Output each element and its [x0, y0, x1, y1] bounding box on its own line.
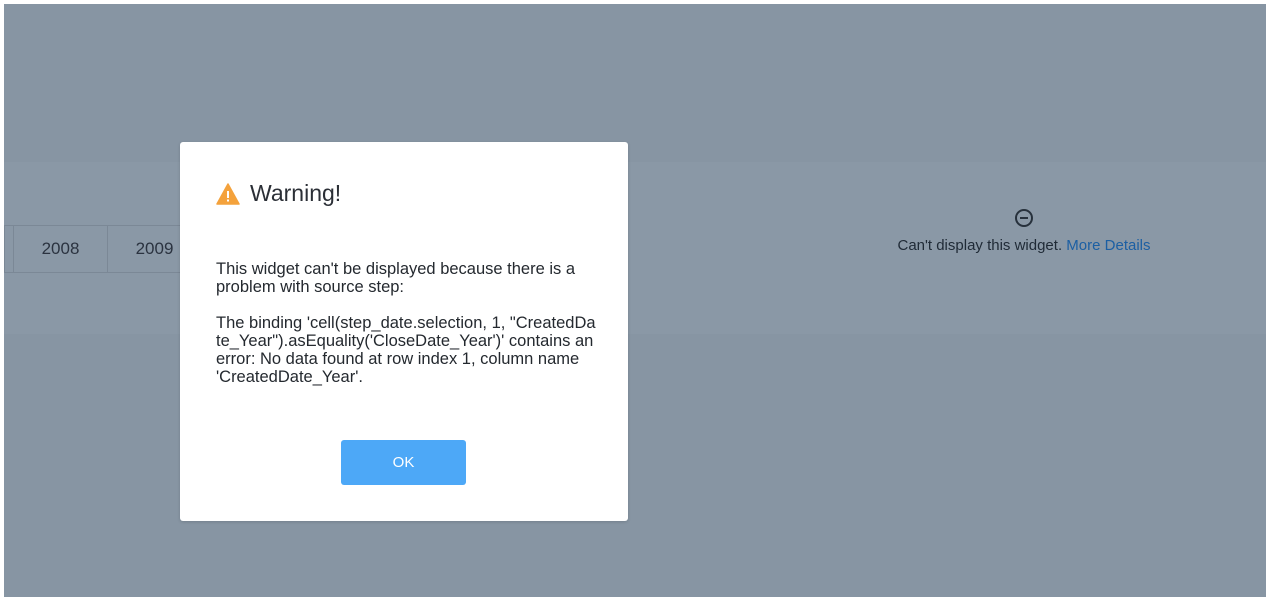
- ok-button[interactable]: OK: [341, 440, 466, 485]
- dialog-title: Warning!: [216, 180, 341, 207]
- widget-error-message: Can't display this widget. More Details: [874, 209, 1174, 254]
- year-cell-2008[interactable]: 2008: [14, 226, 108, 272]
- dialog-title-text: Warning!: [250, 180, 342, 206]
- dialog-body: This widget can't be displayed because t…: [216, 260, 596, 404]
- year-cell[interactable]: [5, 226, 14, 272]
- warning-dialog: Warning! This widget can't be displayed …: [180, 142, 628, 521]
- widget-error-text: Can't display this widget.: [897, 237, 1063, 254]
- dashboard-overlay: 2008 2009 Can't display this widget. Mor…: [4, 4, 1266, 597]
- error-circle-icon: [1015, 209, 1033, 227]
- year-filter-strip: 2008 2009: [4, 225, 202, 273]
- more-details-link[interactable]: More Details: [1066, 237, 1150, 254]
- warning-icon: [216, 182, 240, 205]
- dialog-message-summary: This widget can't be displayed because t…: [216, 260, 576, 296]
- dialog-message-detail: The binding 'cell(step_date.selection, 1…: [216, 314, 596, 386]
